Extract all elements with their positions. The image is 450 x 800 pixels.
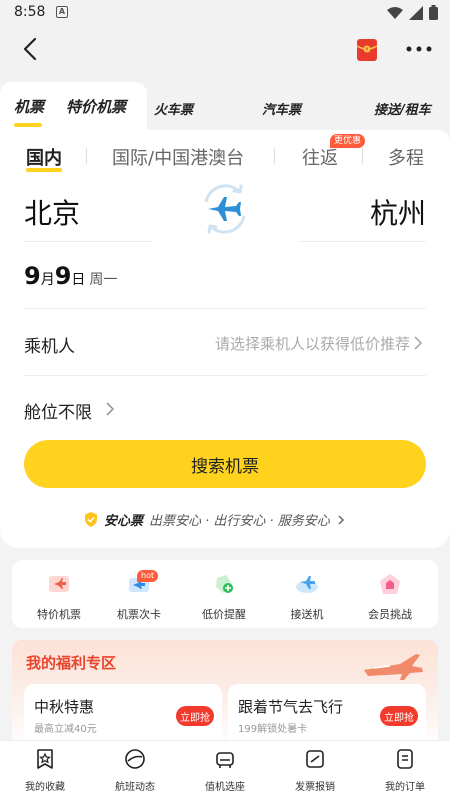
divider <box>24 308 426 309</box>
svg-text:¥: ¥ <box>365 47 368 53</box>
red-packet-icon[interactable]: ¥ <box>356 38 378 62</box>
divider <box>274 148 275 164</box>
nav-favorites[interactable]: 我的收藏 <box>0 748 90 793</box>
chevron-right-icon <box>106 402 115 416</box>
tab-special-flight[interactable]: 特价机票 <box>66 96 126 117</box>
divider <box>24 241 152 242</box>
hot-badge: hot <box>137 570 159 582</box>
date-day-unit: 日 <box>71 272 86 288</box>
nav-label: 发票报销 <box>295 782 335 793</box>
tab-bus[interactable]: 汽车票 <box>262 99 301 118</box>
welfare-title: 我的福利专区 <box>26 654 117 672</box>
service-special-flight[interactable]: 特价机票 <box>19 572 99 622</box>
grab-now-button[interactable]: 立即抢 <box>176 706 214 726</box>
assurance-name: 安心票 <box>104 514 144 529</box>
arrival-city[interactable]: 杭州 <box>370 192 426 232</box>
search-flights-button[interactable]: 搜索机票 <box>24 440 426 488</box>
flight-status-icon <box>125 749 145 769</box>
swap-cities-icon[interactable] <box>196 182 254 236</box>
assurance-desc: 出票安心 · 出行安心 · 服务安心 <box>149 514 330 529</box>
service-label: 低价提醒 <box>202 608 246 621</box>
discount-badge: 更优惠 <box>330 134 366 148</box>
airplane-illustration-icon <box>364 654 423 680</box>
trip-type-indicator <box>26 168 62 172</box>
passenger-hint[interactable]: 请选择乘机人以获得低价推荐 <box>215 333 410 354</box>
service-label: 特价机票 <box>37 608 81 621</box>
nav-label: 我的订单 <box>385 782 425 793</box>
status-icons <box>387 5 438 20</box>
date-month-unit: 月 <box>40 272 55 288</box>
departure-city[interactable]: 北京 <box>24 192 80 232</box>
assurance-banner[interactable]: 安心票 出票安心 · 出行安心 · 服务安心 <box>84 510 346 529</box>
divider <box>86 148 87 164</box>
tab-active-indicator <box>14 123 42 127</box>
trip-type-international[interactable]: 国际/中国港澳台 <box>112 144 244 170</box>
cabin-class-selector[interactable]: 舱位不限 <box>24 398 92 423</box>
nav-check-in[interactable]: 值机选座 <box>180 748 270 793</box>
signal-icon <box>409 5 423 20</box>
nav-flight-status[interactable]: 航班动态 <box>90 748 180 793</box>
member-challenge-icon <box>380 574 400 594</box>
nav-bar <box>0 26 450 76</box>
service-price-alert[interactable]: 低价提醒 <box>184 572 264 622</box>
tab-train[interactable]: 火车票 <box>154 99 193 118</box>
service-airport-transfer[interactable]: 接送机 <box>267 572 347 622</box>
wifi-icon <box>387 6 403 19</box>
promo-subtitle: 最高立减40元 <box>34 724 97 735</box>
invoice-icon <box>306 750 324 768</box>
divider <box>298 241 426 242</box>
nav-label: 我的收藏 <box>25 782 65 793</box>
chevron-right-icon <box>414 336 423 350</box>
promo-title: 中秋特惠 <box>34 698 95 716</box>
divider <box>24 375 426 376</box>
service-label: 机票次卡 <box>117 608 161 621</box>
special-ticket-icon <box>49 576 69 592</box>
more-icon[interactable] <box>404 36 434 62</box>
service-label: 会员挑战 <box>368 608 412 621</box>
status-time: 8:58 <box>14 4 46 20</box>
a-notification-icon: A <box>56 6 68 18</box>
tab-transfer-rental[interactable]: 接送/租车 <box>374 99 431 118</box>
shield-check-icon <box>85 512 97 527</box>
date-month: 9 <box>24 262 41 290</box>
chevron-right-icon <box>338 514 344 525</box>
trip-type-multi-city[interactable]: 多程 <box>388 144 424 170</box>
tab-flight[interactable]: 机票 <box>14 96 44 117</box>
date-day: 9 <box>54 262 72 290</box>
airport-transfer-icon <box>296 576 318 593</box>
date-weekday: 周一 <box>89 272 118 288</box>
passenger-label[interactable]: 乘机人 <box>24 332 75 357</box>
check-in-seat-icon <box>216 752 234 768</box>
status-bar: 8:58 A <box>0 0 450 26</box>
grab-now-button[interactable]: 立即抢 <box>380 706 418 726</box>
departure-date[interactable]: 9月9日 周一 <box>24 262 117 290</box>
promo-subtitle: 199解锁处暑卡 <box>238 724 308 735</box>
service-label: 接送机 <box>290 608 324 621</box>
promo-title: 跟着节气去飞行 <box>238 698 344 716</box>
nav-my-orders[interactable]: 我的订单 <box>360 748 450 793</box>
back-arrow-icon[interactable] <box>18 36 44 62</box>
nav-label: 值机选座 <box>205 782 245 793</box>
price-alert-icon <box>216 575 233 593</box>
nav-invoice[interactable]: 发票报销 <box>270 748 360 793</box>
divider <box>362 148 363 164</box>
nav-label: 航班动态 <box>115 782 155 793</box>
battery-icon <box>429 5 438 20</box>
trip-type-domestic[interactable]: 国内 <box>26 144 62 170</box>
service-member-challenge[interactable]: 会员挑战 <box>350 572 430 622</box>
orders-icon <box>397 749 413 769</box>
favorites-icon <box>37 749 53 769</box>
